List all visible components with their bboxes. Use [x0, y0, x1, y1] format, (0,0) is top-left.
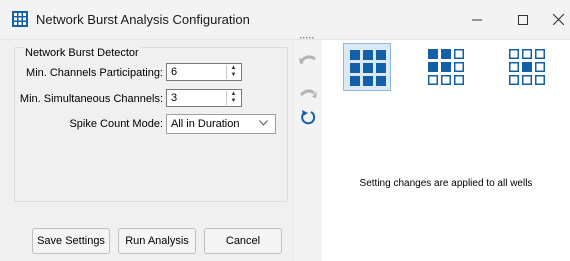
spike-count-mode-label: Spike Count Mode: — [69, 118, 163, 130]
reset-icon[interactable] — [299, 109, 317, 125]
close-button[interactable] — [546, 0, 570, 39]
save-settings-button[interactable]: Save Settings — [32, 228, 110, 254]
min-simultaneous-channels-input[interactable]: 3 ▲ ▼ — [166, 89, 242, 107]
spin-up-icon[interactable]: ▲ — [227, 91, 240, 98]
minimize-button[interactable] — [454, 0, 500, 39]
cancel-button[interactable]: Cancel — [204, 228, 282, 254]
redo-icon[interactable] — [299, 83, 317, 99]
window-title: Network Burst Analysis Configuration — [36, 12, 250, 27]
title-bar: Network Burst Analysis Configuration — [0, 0, 570, 40]
run-analysis-button[interactable]: Run Analysis — [118, 228, 196, 254]
network-burst-detector-group: Network Burst Detector Min. Channels Par… — [14, 47, 288, 202]
min-channels-participating-input[interactable]: 6 ▲ ▼ — [166, 63, 242, 81]
minimize-icon — [472, 19, 482, 20]
well-layout-panel: Setting changes are applied to all wells — [322, 40, 570, 261]
spin-down-icon[interactable]: ▼ — [227, 98, 240, 105]
undo-icon[interactable] — [299, 52, 317, 68]
spin-up-icon[interactable]: ▲ — [227, 65, 240, 72]
grip-icon — [300, 37, 314, 39]
grid-app-icon — [12, 11, 28, 27]
spin-arrows[interactable]: ▲ ▼ — [226, 91, 240, 105]
spin-value: 3 — [171, 92, 178, 104]
layout-option-center[interactable] — [503, 43, 551, 91]
spin-down-icon[interactable]: ▼ — [227, 72, 240, 79]
spin-value: 6 — [171, 66, 178, 78]
min-simultaneous-channels-label: Min. Simultaneous Channels: — [19, 93, 163, 105]
close-icon — [552, 14, 564, 25]
grid-top-left-icon — [428, 49, 464, 85]
chevron-down-icon — [259, 120, 268, 126]
spike-count-mode-select[interactable]: All in Duration — [166, 114, 276, 134]
grid-center-icon — [509, 49, 545, 85]
maximize-icon — [518, 14, 528, 25]
group-label: Network Burst Detector — [23, 47, 141, 59]
layout-option-full[interactable] — [343, 43, 391, 91]
vertical-toolbar — [293, 37, 323, 261]
min-channels-participating-label: Min. Channels Participating: — [26, 67, 163, 79]
spin-arrows[interactable]: ▲ ▼ — [226, 65, 240, 79]
layout-option-top-left[interactable] — [422, 43, 470, 91]
select-value: All in Duration — [171, 118, 240, 130]
settings-panel: Network Burst Detector Min. Channels Par… — [0, 40, 293, 261]
grid-full-icon — [350, 50, 386, 86]
apply-note: Setting changes are applied to all wells — [359, 178, 533, 189]
maximize-button[interactable] — [500, 0, 546, 39]
